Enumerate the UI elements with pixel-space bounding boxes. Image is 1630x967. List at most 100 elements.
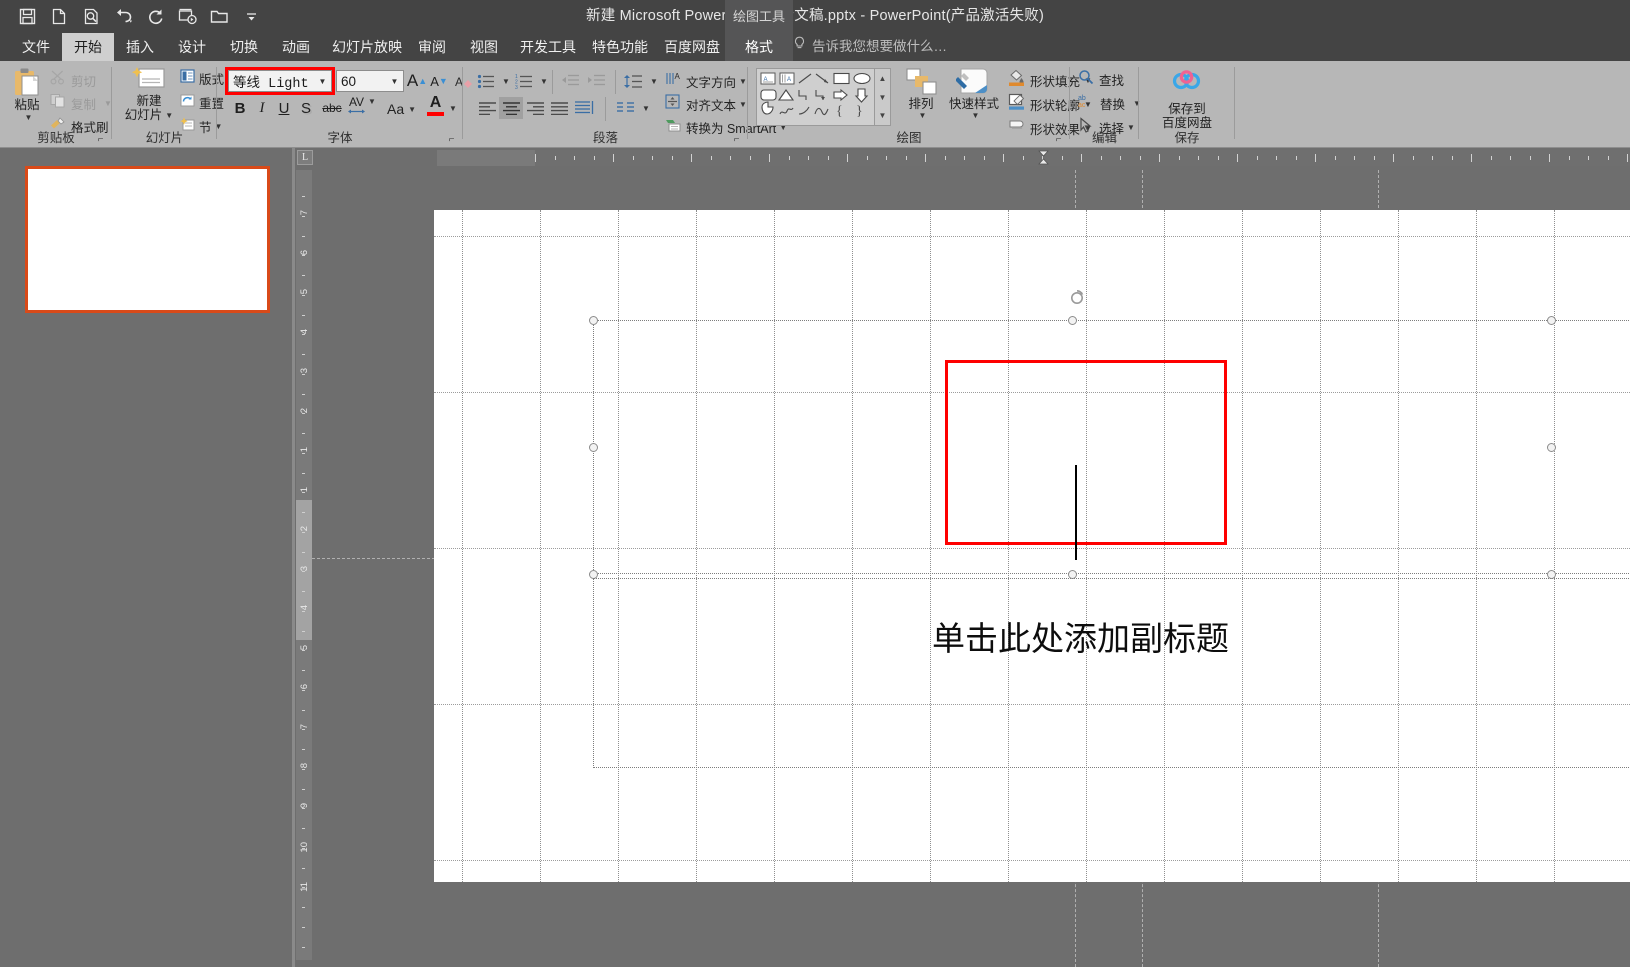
tab-features[interactable]: 特色功能 xyxy=(582,33,654,61)
tell-me-box[interactable]: 告诉我您想要做什么… xyxy=(793,33,947,61)
scroll-up-icon[interactable]: ▲ xyxy=(879,69,887,88)
character-spacing-chevron-down-icon[interactable]: ▼ xyxy=(368,97,376,106)
slide-thumbnail-1[interactable] xyxy=(25,166,270,313)
open-folder-icon[interactable] xyxy=(204,3,234,31)
justify-button[interactable] xyxy=(547,97,571,119)
numbering-chevron-down-icon[interactable]: ▼ xyxy=(540,77,548,86)
font-size-chevron-down-icon[interactable]: ▼ xyxy=(386,71,403,91)
tab-stop-selector[interactable]: L xyxy=(297,150,313,165)
line-spacing-chevron-down-icon[interactable]: ▼ xyxy=(650,77,658,86)
print-preview-icon[interactable] xyxy=(76,3,106,31)
tab-home[interactable]: 开始 xyxy=(62,33,114,61)
replace-button[interactable]: ab ac 替换 ▼ xyxy=(1078,93,1141,114)
paste-button[interactable]: 粘贴 ▼ xyxy=(6,67,48,122)
align-text-button[interactable]: 对齐文本 ▼ xyxy=(665,94,747,114)
vertical-ruler[interactable]: 76543211234567891011 xyxy=(296,170,312,960)
shapes-gallery-scrollbar[interactable]: ▲ ▼ ▼ xyxy=(874,69,890,125)
horizontal-ruler[interactable] xyxy=(437,150,1630,166)
character-spacing-label: AV xyxy=(348,95,365,109)
tab-baidu-netdisk[interactable]: 百度网盘 xyxy=(654,33,725,61)
character-spacing-button[interactable]: AV ▼ xyxy=(348,95,376,115)
redo-icon[interactable] xyxy=(140,3,170,31)
handle-top-right[interactable] xyxy=(1547,316,1556,325)
change-case-chevron-down-icon[interactable]: ▼ xyxy=(408,105,416,114)
ribbon-tabs: 文件 开始 插入 设计 切换 动画 幻灯片放映 审阅 视图 开发工具 特色功能 … xyxy=(0,33,1630,61)
handle-top-left[interactable] xyxy=(589,316,598,325)
numbering-button[interactable]: 123 xyxy=(513,70,535,92)
line-spacing-button[interactable] xyxy=(621,70,645,92)
new-slide-chevron-down-icon[interactable]: ▼ xyxy=(165,111,173,120)
tab-slideshow[interactable]: 幻灯片放映 xyxy=(322,33,406,61)
decrease-indent-button xyxy=(558,70,582,92)
text-shadow-button[interactable]: S xyxy=(295,97,317,119)
rotate-handle[interactable] xyxy=(1069,289,1085,305)
font-name-chevron-down-icon[interactable]: ▼ xyxy=(314,71,331,91)
tab-transitions[interactable]: 切换 xyxy=(218,33,270,61)
align-center-button[interactable] xyxy=(499,97,523,119)
font-size-box[interactable]: 60 ▼ xyxy=(336,70,404,92)
slide-canvas-area[interactable]: 单击此处添加副标题 xyxy=(312,170,1630,967)
tab-insert[interactable]: 插入 xyxy=(114,33,166,61)
tab-developer[interactable]: 开发工具 xyxy=(510,33,582,61)
shapes-more-icon[interactable]: ▼ xyxy=(879,106,887,125)
shapes-gallery[interactable]: A A {} ▲ ▼ ▼ xyxy=(756,68,891,126)
workspace: L 76543211234567891011 xyxy=(0,148,1630,967)
font-dialog-launcher[interactable]: ⌐ xyxy=(446,134,457,145)
save-to-baidu-netdisk-button[interactable]: 保存到 百度网盘 xyxy=(1149,69,1225,130)
clipboard-dialog-launcher[interactable]: ⌐ xyxy=(95,134,106,145)
pane-splitter[interactable] xyxy=(292,148,295,967)
powerpoint-window: 新建 Microsoft PowerPoint 演示文稿.pptx - Powe… xyxy=(0,0,1630,967)
tab-file[interactable]: 文件 xyxy=(10,33,62,61)
underline-button[interactable]: U xyxy=(273,97,295,119)
font-color-chevron-down-icon[interactable]: ▼ xyxy=(449,104,457,113)
grow-font-button[interactable]: A ▲ xyxy=(406,70,428,92)
handle-top-center[interactable] xyxy=(1068,316,1077,325)
columns-button[interactable] xyxy=(613,97,637,119)
start-slideshow-icon[interactable] xyxy=(172,3,202,31)
replace-label: 替换 xyxy=(1100,98,1126,112)
tab-review[interactable]: 审阅 xyxy=(406,33,458,61)
new-slide-button[interactable]: 新建 幻灯片 ▼ xyxy=(120,66,178,122)
paragraph-dialog-launcher[interactable]: ⌐ xyxy=(731,134,742,145)
cut-button: 剪切 xyxy=(50,70,96,90)
customize-qat-icon[interactable] xyxy=(236,3,266,31)
tab-animations[interactable]: 动画 xyxy=(270,33,322,61)
text-direction-chevron-down-icon[interactable]: ▼ xyxy=(739,77,747,86)
handle-middle-left[interactable] xyxy=(589,443,598,452)
new-file-icon[interactable] xyxy=(44,3,74,31)
find-button[interactable]: 查找 xyxy=(1078,69,1124,90)
bold-button[interactable]: B xyxy=(229,97,251,119)
scroll-down-icon[interactable]: ▼ xyxy=(879,88,887,107)
tab-format[interactable]: 格式 xyxy=(725,33,793,61)
drawing-dialog-launcher[interactable]: ⌐ xyxy=(1053,134,1064,145)
slide-surface[interactable]: 单击此处添加副标题 xyxy=(434,210,1630,882)
align-text-chevron-down-icon[interactable]: ▼ xyxy=(739,100,747,109)
cut-label: 剪切 xyxy=(71,74,97,89)
arrange-chevron-down-icon[interactable]: ▼ xyxy=(919,111,927,120)
align-left-button[interactable] xyxy=(475,97,499,119)
handle-middle-right[interactable] xyxy=(1547,443,1556,452)
tab-design[interactable]: 设计 xyxy=(166,33,218,61)
bullets-chevron-down-icon[interactable]: ▼ xyxy=(502,77,510,86)
first-line-indent-marker[interactable] xyxy=(1038,150,1049,171)
bullets-button[interactable] xyxy=(475,70,497,92)
font-color-button[interactable]: A ▼ xyxy=(427,95,457,116)
undo-icon[interactable] xyxy=(108,3,138,31)
save-icon[interactable] xyxy=(12,3,42,31)
paste-chevron-down-icon[interactable]: ▼ xyxy=(25,113,33,122)
distribute-button[interactable] xyxy=(571,97,597,119)
align-right-button[interactable] xyxy=(523,97,547,119)
text-direction-button[interactable]: A 文字方向 ▼ xyxy=(665,71,747,91)
shrink-font-button[interactable]: A ▼ xyxy=(428,70,450,92)
columns-chevron-down-icon[interactable]: ▼ xyxy=(642,104,650,113)
tab-view[interactable]: 视图 xyxy=(458,33,510,61)
italic-button[interactable]: I xyxy=(251,97,273,119)
change-case-button[interactable]: Aa ▼ xyxy=(387,101,416,117)
font-name-box[interactable]: 等线 Light (标 ▼ xyxy=(228,70,332,92)
strikethrough-button[interactable]: abc xyxy=(319,97,345,119)
subtitle-placeholder[interactable] xyxy=(593,578,1630,768)
layout-icon xyxy=(180,69,195,88)
arrange-button[interactable]: 排列 ▼ xyxy=(898,67,944,120)
quick-styles-button[interactable]: 快速样式 ▼ xyxy=(946,67,1002,120)
quick-styles-chevron-down-icon[interactable]: ▼ xyxy=(972,111,980,120)
